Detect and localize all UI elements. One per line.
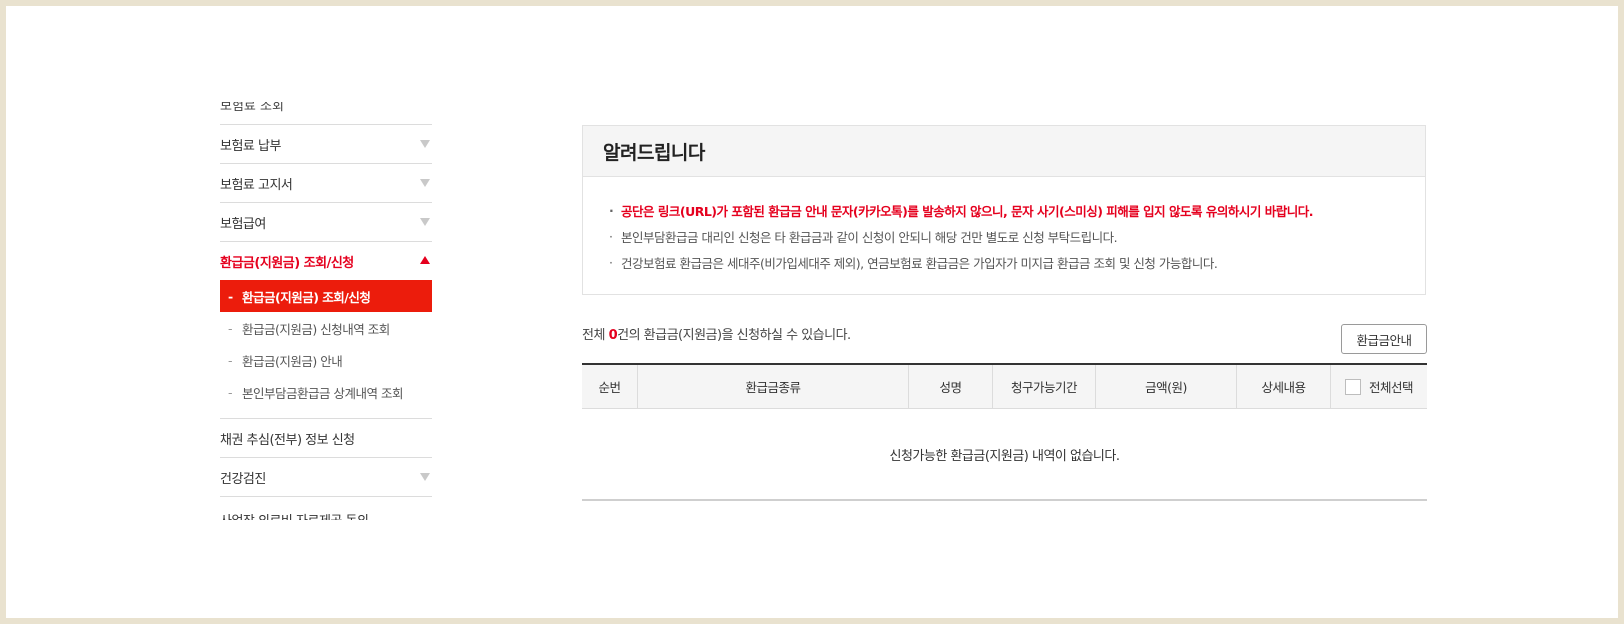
notice-body: · 공단은 링크(URL)가 포함된 환급금 안내 문자(카카오톡)를 발송하지…: [583, 177, 1425, 275]
notice-line-text: 건강보험료 환급금은 세대주(비가입세대주 제외), 연금보험료 환급금은 가입…: [621, 255, 1218, 271]
dash-icon: -: [228, 320, 233, 336]
column-header-number: 순번: [582, 365, 638, 408]
select-all-label[interactable]: 전체선택: [1369, 377, 1414, 396]
notice-box: 알려드립니다 · 공단은 링크(URL)가 포함된 환급금 안내 문자(카카오톡…: [582, 125, 1426, 295]
dash-icon: -: [228, 352, 233, 368]
dash-icon: -: [228, 288, 233, 304]
sidebar-item-debt-collection[interactable]: 채권 추심(전부) 정보 신청: [220, 419, 432, 458]
column-header-details: 상세내용: [1237, 365, 1331, 408]
bullet-icon: ·: [609, 202, 614, 218]
sidebar-item-label: 보험료 고지서: [220, 177, 293, 193]
sidebar-item-health-checkup[interactable]: 건강검진: [220, 458, 432, 497]
summary-prefix: 전체: [582, 328, 609, 343]
column-header-select-all: 전체선택: [1331, 365, 1427, 408]
notice-line-eligibility: · 건강보험료 환급금은 세대주(비가입세대주 제외), 연금보험료 환급금은 …: [609, 249, 1425, 275]
sidebar-item-label: 보험료 납부: [220, 138, 281, 154]
sidebar-item-insurance-benefit[interactable]: 보험급여: [220, 203, 432, 242]
sidebar-item-premium-payment[interactable]: 보험료 납부: [220, 125, 432, 164]
chevron-down-icon: [420, 473, 430, 481]
column-header-claim-period: 청구가능기간: [993, 365, 1096, 408]
submenu-item-label: 환급금(지원금) 신청내역 조회: [242, 321, 390, 337]
select-all-checkbox[interactable]: [1344, 378, 1361, 395]
bullet-icon: ·: [609, 254, 613, 270]
notice-title: 알려드립니다: [583, 126, 1425, 177]
table-empty-message: 신청가능한 환급금(지원금) 내역이 없습니다.: [582, 409, 1427, 501]
sidebar-item-label: 환급금(지원금) 조회/신청: [220, 255, 354, 271]
refund-guide-button[interactable]: 환급금안내: [1341, 324, 1427, 354]
refund-count: 0: [608, 328, 618, 343]
chevron-down-icon: [420, 140, 430, 148]
notice-line-smishing-warning: · 공단은 링크(URL)가 포함된 환급금 안내 문자(카카오톡)를 발송하지…: [609, 197, 1425, 223]
refund-table: 순번 환급금종류 성명 청구가능기간 금액(원) 상세내용 전체선택 신청가능한…: [582, 363, 1427, 501]
sidebar-item-label: 건강검진: [220, 471, 266, 487]
chevron-up-icon: [420, 256, 430, 264]
refund-count-summary: 전체 0건의 환급금(지원금)을 신청하실 수 있습니다.: [582, 324, 851, 343]
sidebar-item-premium-notice[interactable]: 보험료 고지서: [220, 164, 432, 203]
chevron-down-icon: [420, 218, 430, 226]
sidebar-item-medical-data-consent[interactable]: 사업장 의료비 자료제공 동의: [220, 497, 432, 520]
bullet-icon: ·: [609, 228, 613, 244]
column-header-amount: 금액(원): [1096, 365, 1237, 408]
chevron-down-icon: [420, 179, 430, 187]
notice-line-proxy-application: · 본인부담환급금 대리인 신청은 타 환급금과 같이 신청이 안되니 해당 건…: [609, 223, 1425, 249]
table-header-row: 순번 환급금종류 성명 청구가능기간 금액(원) 상세내용 전체선택: [582, 365, 1427, 409]
submenu-item-refund-guide[interactable]: - 환급금(지원금) 안내: [220, 344, 432, 376]
sidebar-item-label: 채권 추심(전부) 정보 신청: [220, 432, 355, 448]
sidebar-item-label: 보험료 조회: [220, 102, 284, 114]
notice-line-text: 본인부담환급금 대리인 신청은 타 환급금과 같이 신청이 안되니 해당 건만 …: [621, 229, 1118, 245]
summary-suffix: 건의 환급금(지원금)을 신청하실 수 있습니다.: [617, 328, 851, 343]
sidebar-submenu: - 환급금(지원금) 조회/신청 - 환급금(지원금) 신청내역 조회 - 환급…: [220, 280, 432, 419]
submenu-item-label: 환급금(지원금) 조회/신청: [242, 289, 371, 305]
sidebar-item-refund-inquiry[interactable]: 환급금(지원금) 조회/신청: [220, 242, 432, 280]
sidebar-item-label: 사업장 의료비 자료제공 동의: [220, 510, 369, 520]
submenu-item-label: 본인부담금환급금 상계내역 조회: [242, 385, 403, 401]
submenu-item-refund-inquiry-apply[interactable]: - 환급금(지원금) 조회/신청: [220, 280, 432, 312]
notice-line-text: 공단은 링크(URL)가 포함된 환급금 안내 문자(카카오톡)를 발송하지 않…: [621, 203, 1313, 219]
dash-icon: -: [228, 384, 233, 400]
sidebar-item-clipped-top[interactable]: 보험료 조회: [220, 102, 432, 125]
sidebar-nav: 보험료 조회 보험료 납부 보험료 고지서 보험급여 환급금(지원금) 조회/신…: [220, 102, 432, 520]
column-header-refund-type: 환급금종류: [638, 365, 909, 408]
submenu-item-application-history[interactable]: - 환급금(지원금) 신청내역 조회: [220, 312, 432, 344]
submenu-item-label: 환급금(지원금) 안내: [242, 353, 343, 369]
column-header-name: 성명: [909, 365, 993, 408]
submenu-item-offset-history[interactable]: - 본인부담금환급금 상계내역 조회: [220, 376, 432, 408]
page-frame: 보험료 조회 보험료 납부 보험료 고지서 보험급여 환급금(지원금) 조회/신…: [6, 6, 1618, 618]
sidebar-item-label: 보험급여: [220, 216, 266, 232]
